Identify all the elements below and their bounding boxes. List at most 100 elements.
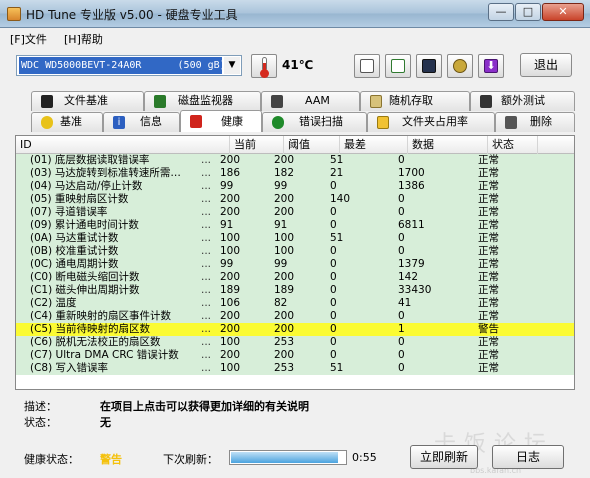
menu-file[interactable]: [F]文件	[10, 31, 47, 47]
table-row[interactable]: (0B) 校准重试计数 100 100 0 0 正常...	[16, 245, 574, 258]
row-ellipsis: ...	[201, 154, 212, 166]
tab-error-scan[interactable]: 错误扫描	[262, 112, 367, 132]
row-worst: 0	[330, 245, 337, 257]
row-worst: 140	[330, 193, 351, 205]
table-row[interactable]: (C6) 脱机无法校正的扇区数 100 253 0 0 正常...	[16, 336, 574, 349]
row-data: 6811	[398, 219, 425, 231]
row-worst: 0	[330, 310, 337, 322]
row-worst: 0	[330, 323, 337, 335]
row-data: 1386	[398, 180, 425, 192]
row-data: 0	[398, 336, 405, 348]
row-id: (C4) 重新映射的扇区事件计数	[30, 310, 172, 322]
copy-info-button[interactable]	[354, 54, 380, 78]
table-row[interactable]: (C8) 写入错误率 100 253 51 0 正常...	[16, 362, 574, 375]
column-header-status[interactable]: 状态	[488, 136, 538, 154]
error-scan-icon	[272, 116, 284, 129]
close-button[interactable]: ✕	[542, 3, 584, 21]
tab-info[interactable]: i 信息	[103, 112, 180, 132]
download-icon: ⬇	[484, 59, 498, 73]
chevron-down-icon[interactable]: ▼	[224, 57, 240, 74]
row-worst: 21	[330, 167, 344, 179]
row-status: 正常	[478, 284, 499, 296]
row-current: 200	[220, 193, 241, 205]
save-button[interactable]	[416, 54, 442, 78]
row-id: (05) 重映射扇区计数	[30, 193, 129, 205]
row-status: 正常	[478, 206, 499, 218]
log-button[interactable]: 日志	[492, 445, 564, 469]
row-id: (C8) 写入错误率	[30, 362, 109, 374]
options-icon	[453, 59, 467, 73]
table-row[interactable]: (04) 马达启动/停止计数 99 99 0 1386 正常...	[16, 180, 574, 193]
exit-button[interactable]: 退出	[520, 53, 572, 77]
maximize-button[interactable]: □	[515, 3, 541, 21]
column-header-worst[interactable]: 最差	[340, 136, 408, 154]
column-header-data[interactable]: 数据	[408, 136, 488, 154]
row-worst: 0	[330, 258, 337, 270]
row-data: 0	[398, 154, 405, 166]
row-threshold: 200	[274, 310, 295, 322]
drive-dropdown[interactable]: WDC WD5000BEVT-24A0R (500 gB) ▼	[16, 55, 242, 76]
row-ellipsis: ...	[201, 297, 212, 309]
tab-random-access[interactable]: 随机存取	[360, 91, 470, 111]
table-row[interactable]: (03) 马达旋转到标准转速所需… 186 182 21 1700 正常...	[16, 167, 574, 180]
table-row[interactable]: (07) 寻道错误率 200 200 0 0 正常...	[16, 206, 574, 219]
random-access-icon	[370, 95, 382, 108]
options-button[interactable]	[447, 54, 473, 78]
minimize-button[interactable]: —	[488, 3, 514, 21]
table-row[interactable]: (05) 重映射扇区计数 200 200 140 0 正常...	[16, 193, 574, 206]
column-header-current[interactable]: 当前	[230, 136, 284, 154]
download-button[interactable]: ⬇	[478, 54, 504, 78]
tab-folder-usage[interactable]: 文件夹占用率	[367, 112, 495, 132]
next-refresh-label: 下次刷新：	[163, 453, 218, 466]
column-header-id[interactable]: ID	[16, 136, 230, 154]
row-threshold: 200	[274, 154, 295, 166]
row-current: 200	[220, 271, 241, 283]
tab-file-benchmark[interactable]: 文件基准	[31, 91, 144, 111]
tab-health[interactable]: 健康	[180, 110, 262, 132]
table-row[interactable]: (C2) 温度 106 82 0 41 正常...	[16, 297, 574, 310]
row-status: 正常	[478, 336, 499, 348]
trash-icon	[505, 116, 517, 129]
row-status: 正常	[478, 232, 499, 244]
row-threshold: 99	[274, 180, 288, 192]
row-current: 91	[220, 219, 234, 231]
disk-monitor-icon	[154, 95, 166, 108]
copy-screen-button[interactable]	[385, 54, 411, 78]
tab-erase[interactable]: 删除	[495, 112, 575, 132]
row-ellipsis: ...	[201, 167, 212, 179]
row-ellipsis: ...	[201, 284, 212, 296]
column-header-threshold[interactable]: 阈值	[284, 136, 340, 154]
row-ellipsis: ...	[201, 245, 212, 257]
tab-disk-monitor[interactable]: 磁盘监视器	[144, 91, 261, 111]
row-id: (C5) 当前待映射的扇区数	[30, 323, 151, 335]
row-status: 正常	[478, 154, 499, 166]
tab-extra-tests[interactable]: 额外测试	[470, 91, 575, 111]
row-worst: 0	[330, 206, 337, 218]
temperature-button[interactable]	[251, 54, 277, 78]
row-id: (04) 马达启动/停止计数	[30, 180, 143, 192]
row-threshold: 200	[274, 349, 295, 361]
row-data: 1700	[398, 167, 425, 179]
tab-benchmark[interactable]: 基准	[31, 112, 103, 132]
refresh-now-button[interactable]: 立即刷新	[410, 445, 478, 469]
row-ellipsis: ...	[201, 219, 212, 231]
row-data: 1	[398, 323, 405, 335]
row-current: 200	[220, 349, 241, 361]
table-row[interactable]: (C1) 磁头伸出周期计数 189 189 0 33430 正常...	[16, 284, 574, 297]
table-row[interactable]: (0C) 通电周期计数 99 99 0 1379 正常...	[16, 258, 574, 271]
row-data: 1379	[398, 258, 425, 270]
table-row[interactable]: (01) 底层数据读取错误率 200 200 51 0 正常...	[16, 154, 574, 167]
menu-help[interactable]: [H]帮助	[64, 31, 103, 47]
row-ellipsis: ...	[201, 180, 212, 192]
table-row[interactable]: (C0) 断电磁头缩回计数 200 200 0 142 正常...	[16, 271, 574, 284]
table-row[interactable]: (09) 累计通电时间计数 91 91 0 6811 正常...	[16, 219, 574, 232]
table-row[interactable]: (0A) 马达重试计数 100 100 51 0 正常...	[16, 232, 574, 245]
table-row[interactable]: (C4) 重新映射的扇区事件计数 200 200 0 0 正常...	[16, 310, 574, 323]
row-threshold: 91	[274, 219, 288, 231]
table-row[interactable]: (C5) 当前待映射的扇区数 200 200 0 1 警告...	[16, 323, 574, 336]
row-threshold: 200	[274, 323, 295, 335]
refresh-progress-bar	[229, 450, 347, 465]
table-row[interactable]: (C7) Ultra DMA CRC 错误计数 200 200 0 0 正常...	[16, 349, 574, 362]
tab-aam[interactable]: AAM	[261, 91, 360, 111]
row-id: (0C) 通电周期计数	[30, 258, 119, 270]
